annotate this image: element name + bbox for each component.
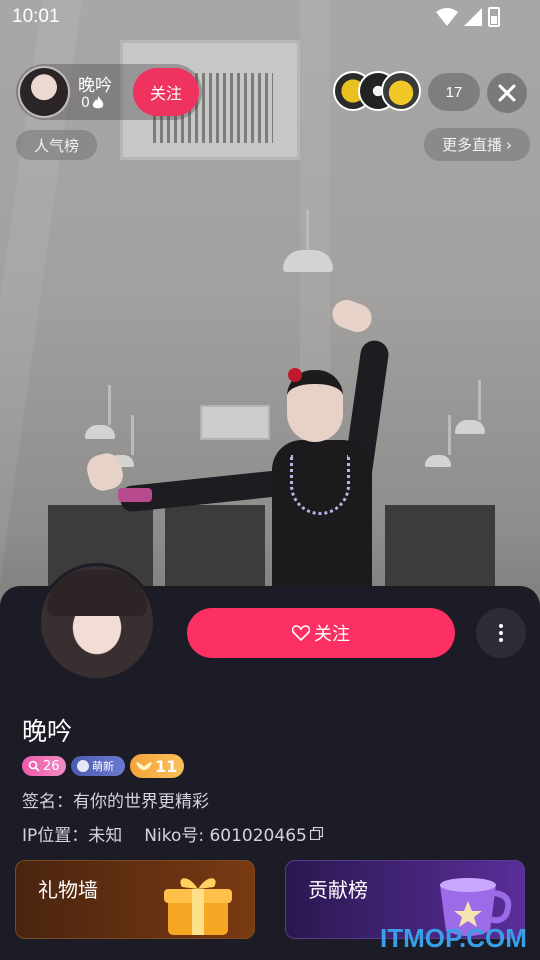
flame-icon — [92, 96, 104, 109]
popularity-rank-tag[interactable]: 人气榜 — [16, 130, 97, 160]
more-live-button[interactable]: 更多直播 › — [424, 128, 530, 161]
niko-id-copy[interactable]: Niko号: 601020465 — [144, 821, 323, 846]
ceiling-lamp — [283, 210, 333, 272]
avatar-hair — [47, 570, 147, 616]
viewer-count[interactable]: 17 — [428, 73, 480, 111]
gift-wall-title: 礼物墙 — [38, 878, 98, 902]
hair-flower — [288, 368, 302, 382]
chevron-right-icon: › — [506, 135, 512, 154]
profile-avatar[interactable] — [38, 563, 156, 681]
profile-follow-label: 关注 — [314, 624, 350, 645]
profile-ip-line: IP位置：未知 Niko号: 601020465 — [22, 821, 323, 846]
viewer-avatars[interactable] — [333, 71, 423, 113]
site-watermark: ITMOP.COM — [380, 923, 527, 953]
search-level-icon — [28, 760, 40, 772]
gift-wall-card[interactable]: 礼物墙 — [15, 860, 255, 939]
ceiling-lamp — [425, 415, 451, 467]
profile-signature: 签名：有你的世界更精彩 — [22, 792, 209, 812]
wing-icon — [136, 762, 152, 770]
ceiling-lamp — [85, 385, 115, 439]
close-icon — [498, 84, 516, 102]
profile-name: 晚吟 — [22, 717, 73, 746]
wifi-icon — [436, 8, 458, 26]
host-follow-button[interactable]: 关注 — [133, 68, 199, 116]
profile-ip-location: IP位置：未知 — [22, 826, 123, 846]
user-level-value: 26 — [43, 758, 60, 774]
contribution-rank-title: 贡献榜 — [308, 878, 368, 902]
status-icons — [436, 7, 500, 27]
host-name: 晚吟 — [78, 76, 112, 96]
status-time: 10:01 — [12, 6, 60, 27]
host-heat-value: 0 — [81, 95, 90, 111]
profile-follow-button[interactable]: 关注 — [187, 608, 455, 658]
battery-icon — [488, 7, 500, 27]
host-heat: 0 — [81, 95, 104, 111]
user-level-badge: 26 — [22, 756, 66, 776]
ceiling-lamp — [455, 380, 485, 434]
more-live-label: 更多直播 — [441, 136, 502, 154]
fan-tag-label: 萌新 — [92, 760, 114, 773]
more-options-button[interactable] — [476, 608, 526, 658]
close-button[interactable] — [487, 73, 527, 113]
signal-icon — [464, 8, 482, 26]
dancer-hand — [328, 296, 376, 336]
fan-tag-icon — [77, 760, 89, 772]
wing-level-value: 11 — [155, 756, 178, 776]
status-bar: 10:01 — [0, 0, 540, 36]
dancer-neckline — [290, 455, 350, 515]
niko-id: Niko号: 601020465 — [144, 826, 307, 846]
gift-box-icon — [164, 878, 232, 935]
profile-badges: 26 萌新 11 — [22, 754, 184, 778]
dancer-cuff — [118, 488, 152, 502]
host-avatar[interactable] — [18, 66, 70, 118]
wall-vent — [200, 405, 270, 440]
fan-tag-badge: 萌新 — [71, 756, 125, 776]
more-vertical-icon — [499, 624, 503, 642]
wing-level-badge: 11 — [130, 754, 184, 778]
viewer-avatar[interactable] — [381, 71, 421, 111]
copy-icon[interactable] — [309, 827, 323, 840]
heart-icon — [292, 625, 310, 641]
